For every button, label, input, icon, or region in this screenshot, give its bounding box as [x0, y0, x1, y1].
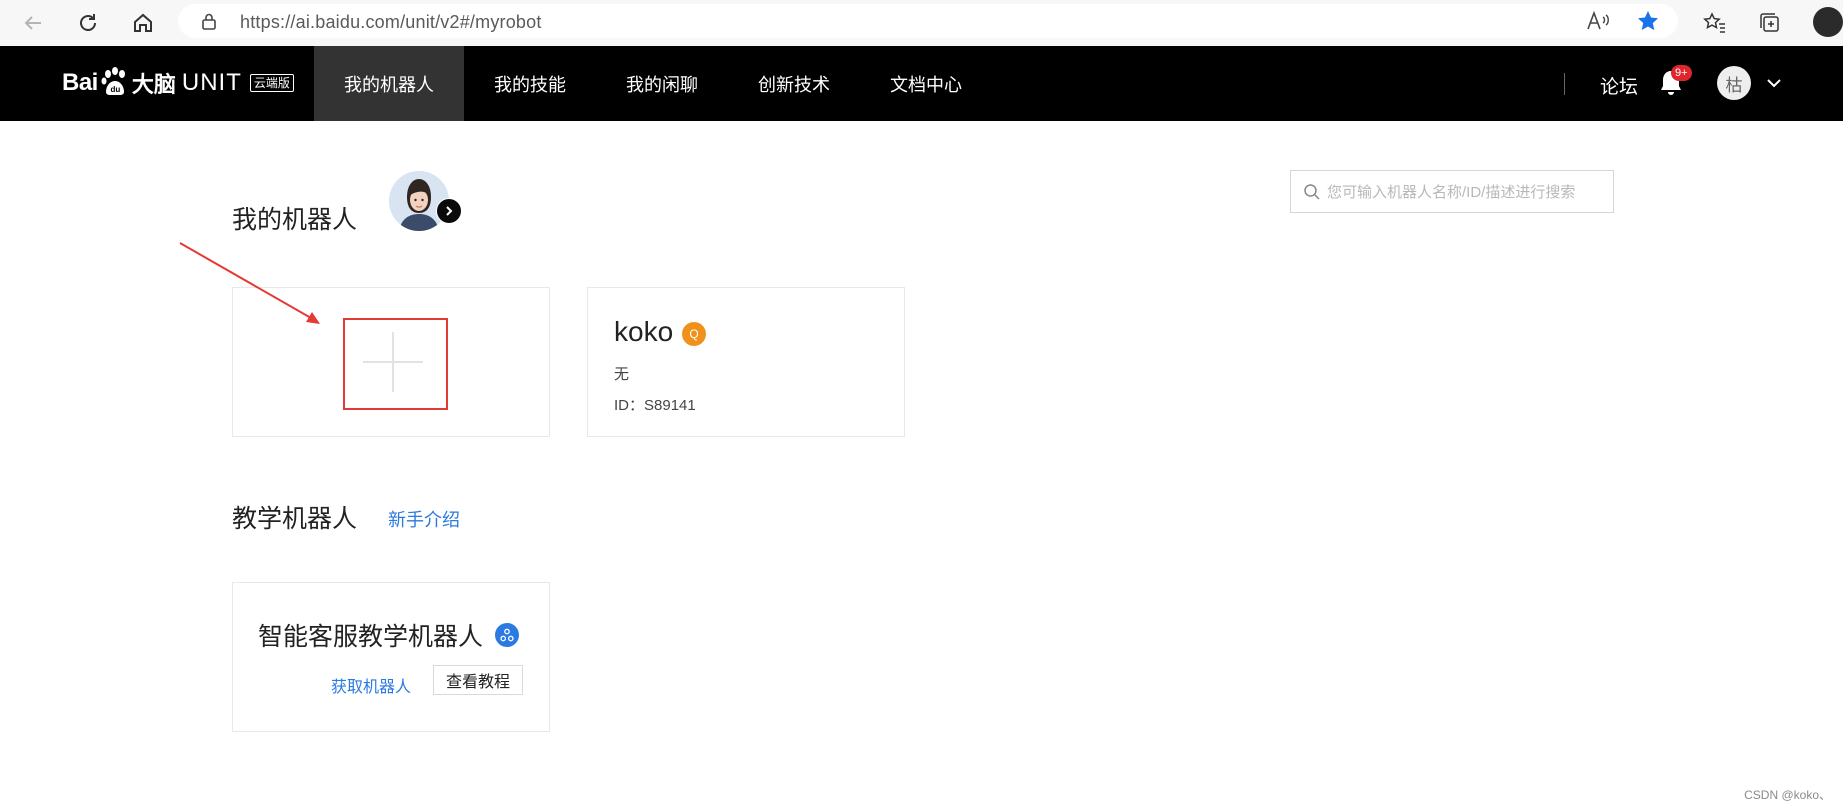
search-icon	[1303, 183, 1321, 206]
chevron-right-icon[interactable]	[436, 198, 462, 224]
get-robot-link[interactable]: 获取机器人	[331, 673, 411, 697]
teaching-robot-card: 智能客服教学机器人 获取机器人 查看教程	[232, 582, 550, 732]
watermark: CSDN @koko、	[1744, 788, 1831, 802]
teaching-robots-title: 教学机器人	[232, 505, 358, 533]
baidu-unit-logo[interactable]: Bai du 大脑 UNIT 云端版	[62, 60, 294, 106]
forum-link[interactable]: 论坛	[1600, 72, 1638, 99]
home-icon[interactable]	[127, 7, 159, 39]
lock-icon[interactable]	[200, 12, 218, 30]
read-aloud-icon[interactable]	[1586, 10, 1612, 37]
nav-docs[interactable]: 文档中心	[860, 46, 992, 121]
robot-type-badge: Q	[682, 322, 706, 346]
browser-profile-avatar[interactable]	[1813, 7, 1843, 37]
robot-id: ID：S89141	[614, 397, 696, 414]
user-avatar[interactable]: 枯	[1717, 66, 1751, 100]
nav-my-robots[interactable]: 我的机器人	[314, 46, 464, 121]
robot-name[interactable]: koko	[614, 316, 673, 348]
favorites-list-icon[interactable]	[1699, 7, 1731, 39]
nav-my-skills[interactable]: 我的技能	[464, 46, 596, 121]
svg-text:du: du	[110, 85, 120, 94]
skill-network-icon	[495, 623, 519, 647]
search-input[interactable]	[1325, 179, 1609, 205]
annotation-arrow	[179, 242, 320, 324]
collections-icon[interactable]	[1754, 7, 1786, 39]
browser-toolbar: https://ai.baidu.com/unit/v2#/myrobot	[0, 0, 1843, 47]
cloud-edition-badge: 云端版	[249, 74, 294, 92]
chevron-down-icon[interactable]	[1766, 76, 1782, 94]
robot-search[interactable]	[1290, 170, 1614, 213]
notification-badge: 9+	[1671, 65, 1692, 81]
teaching-robot-name: 智能客服教学机器人	[258, 623, 484, 651]
header-divider	[1564, 73, 1565, 95]
back-icon[interactable]	[17, 7, 49, 39]
address-bar[interactable]: https://ai.baidu.com/unit/v2#/myrobot	[178, 4, 1678, 38]
app-header: Bai du 大脑 UNIT 云端版 我的机器人 我的技能 我的闲聊 创新技术 …	[0, 46, 1843, 121]
paw-icon: du	[100, 66, 130, 101]
robot-card-koko[interactable]: koko Q 无 ID：S89141	[587, 287, 905, 437]
logo-bai: Bai	[62, 69, 98, 96]
logo-unit: UNIT	[181, 69, 242, 96]
reload-icon[interactable]	[72, 7, 104, 39]
logo-danao: 大脑	[131, 72, 176, 97]
beginner-intro-link[interactable]: 新手介绍	[388, 506, 460, 532]
url-text[interactable]: https://ai.baidu.com/unit/v2#/myrobot	[240, 12, 542, 33]
robot-description: 无	[614, 366, 630, 383]
my-robots-title: 我的机器人	[232, 206, 358, 234]
nav-my-chitchat[interactable]: 我的闲聊	[596, 46, 728, 121]
favorite-star-icon[interactable]	[1636, 9, 1660, 38]
view-tutorial-button[interactable]: 查看教程	[433, 665, 524, 695]
nav-innovation[interactable]: 创新技术	[728, 46, 860, 121]
main-nav: 我的机器人 我的技能 我的闲聊 创新技术 文档中心	[314, 46, 992, 121]
annotation-highlight-box	[343, 318, 448, 410]
